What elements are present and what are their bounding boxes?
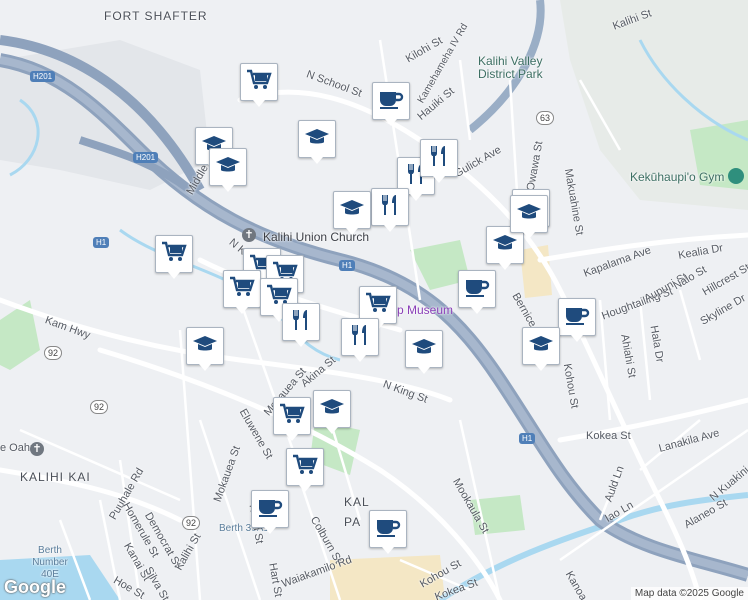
- label-kekuhaupio-gym[interactable]: Kekūhaupi'o Gym: [630, 170, 724, 184]
- school-icon: [304, 126, 330, 153]
- map-attribution: Map data ©2025 Google: [630, 587, 748, 600]
- route-shield: 92: [90, 400, 109, 414]
- school-marker[interactable]: [405, 330, 443, 374]
- cafe-icon: [257, 496, 283, 523]
- route-shield: 92: [44, 346, 63, 360]
- restaurant-icon: [347, 324, 373, 351]
- highway-shield: H201: [30, 71, 56, 82]
- street-label: Kokea St: [586, 430, 631, 442]
- label-kalihi-valley-park[interactable]: Kalihi Valley District Park: [478, 55, 553, 81]
- school-icon: [339, 197, 365, 224]
- restaurant-marker[interactable]: [371, 188, 409, 232]
- grocery-marker[interactable]: [273, 397, 311, 441]
- restaurant-marker[interactable]: [341, 318, 379, 362]
- grocery-icon: [246, 69, 272, 96]
- grocery-marker[interactable]: [240, 63, 278, 107]
- gym-icon[interactable]: [728, 168, 744, 184]
- label-berth-40e: Berth Number 40E: [32, 545, 68, 580]
- school-icon: [411, 336, 437, 363]
- school-icon: [516, 201, 542, 228]
- school-marker[interactable]: [510, 195, 548, 239]
- restaurant-icon: [288, 309, 314, 336]
- map-canvas[interactable]: FORT SHAFTER Kalihi Valley District Park…: [0, 0, 748, 600]
- restaurant-icon: [426, 145, 452, 172]
- route-shield: 63: [536, 111, 555, 125]
- cafe-icon: [378, 88, 404, 115]
- school-icon: [492, 232, 518, 259]
- school-icon: [215, 154, 241, 181]
- highway-shield: H201: [133, 152, 159, 163]
- restaurant-marker[interactable]: [282, 303, 320, 347]
- school-marker[interactable]: [209, 148, 247, 192]
- grocery-icon: [365, 292, 391, 319]
- label-museum[interactable]: p Museum: [397, 303, 453, 317]
- grocery-marker[interactable]: [223, 270, 261, 314]
- school-icon: [192, 333, 218, 360]
- cafe-marker[interactable]: [558, 298, 596, 342]
- restaurant-marker[interactable]: [420, 139, 458, 183]
- highway-shield: H1: [519, 433, 536, 444]
- school-marker[interactable]: [313, 390, 351, 434]
- school-marker[interactable]: [522, 327, 560, 371]
- grocery-marker[interactable]: [286, 448, 324, 492]
- google-logo: Google: [4, 577, 66, 597]
- school-marker[interactable]: [333, 191, 371, 235]
- grocery-icon: [229, 276, 255, 303]
- grocery-icon: [292, 454, 318, 481]
- grocery-marker[interactable]: [155, 235, 193, 279]
- grocery-icon: [279, 403, 305, 430]
- label-kalihi-kai: KALIHI KAI: [20, 470, 91, 484]
- school-icon: [528, 333, 554, 360]
- cafe-marker[interactable]: [372, 82, 410, 126]
- grocery-icon: [161, 241, 187, 268]
- cafe-icon: [464, 276, 490, 303]
- restaurant-icon: [377, 194, 403, 221]
- school-marker[interactable]: [298, 120, 336, 164]
- school-icon: [319, 396, 345, 423]
- cafe-marker[interactable]: [251, 490, 289, 534]
- church-icon: ✝: [30, 442, 44, 456]
- cafe-marker[interactable]: [369, 510, 407, 554]
- highway-shield: H1: [93, 237, 110, 248]
- school-marker[interactable]: [186, 327, 224, 371]
- label-fort-shafter: FORT SHAFTER: [104, 9, 208, 23]
- cafe-icon: [564, 304, 590, 331]
- cafe-marker[interactable]: [458, 270, 496, 314]
- highway-shield: H1: [339, 260, 356, 271]
- route-shield: 92: [182, 516, 201, 530]
- cafe-icon: [375, 516, 401, 543]
- church-icon: ✝: [242, 228, 256, 242]
